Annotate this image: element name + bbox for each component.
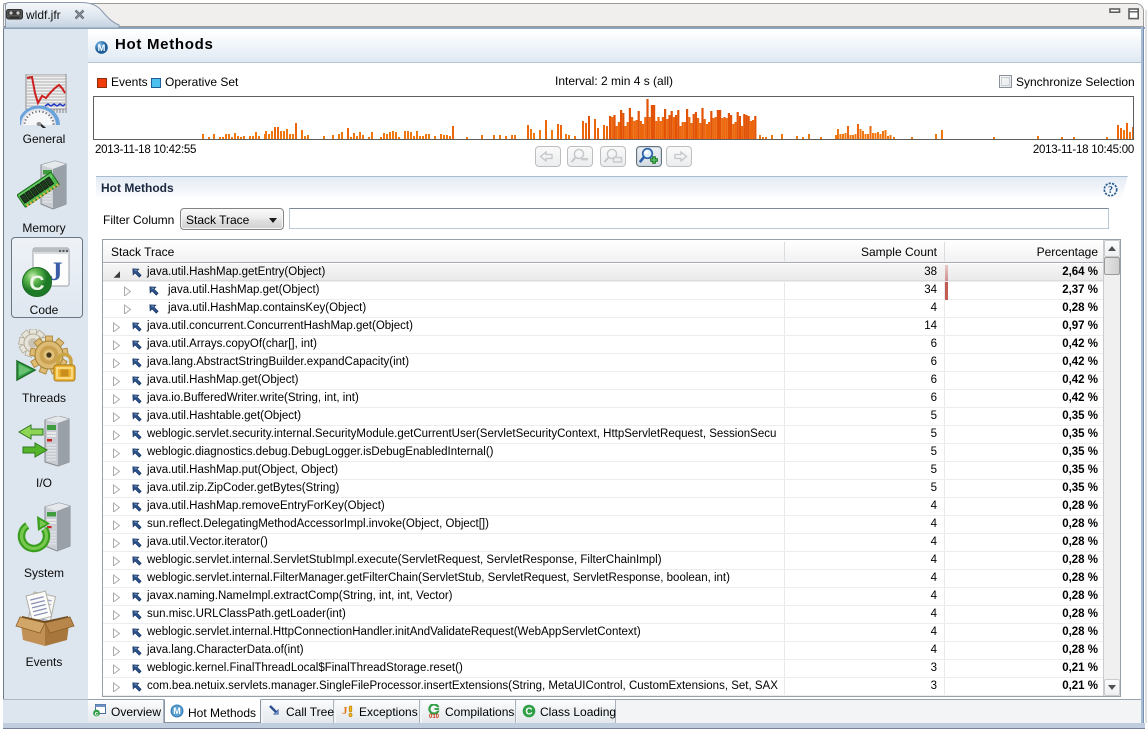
svg-text:c: c [95,711,99,717]
svg-text:C: C [525,707,532,718]
svg-text:010: 010 [429,714,440,718]
svg-text:?: ? [1108,185,1113,196]
svg-text:M: M [173,706,181,716]
svg-text:M: M [98,43,106,53]
svg-text:C: C [29,272,44,295]
svg-text:J: J [342,705,348,717]
